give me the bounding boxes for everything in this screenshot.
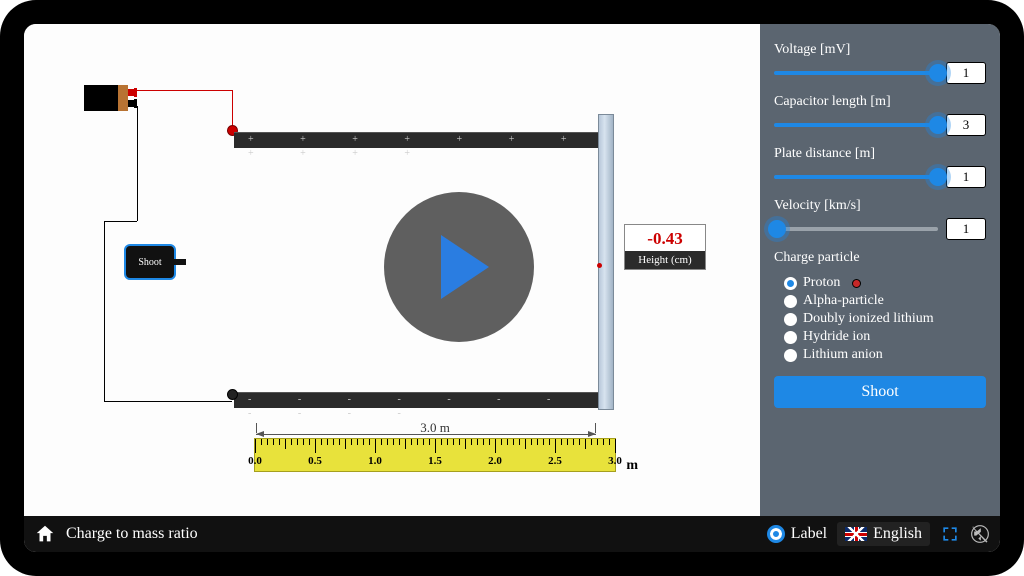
wire-negative xyxy=(104,221,105,401)
height-label: Height (cm) xyxy=(625,251,705,269)
battery-icon xyxy=(84,79,148,124)
radio-icon xyxy=(784,331,797,344)
impact-point-icon xyxy=(597,263,602,268)
play-icon xyxy=(441,235,489,299)
simulation-canvas: + + + + + + + + + + + - - - - - - - - - … xyxy=(24,24,760,516)
shoot-button[interactable]: Shoot xyxy=(774,376,986,408)
ruler-caption: 3.0 m xyxy=(420,420,450,436)
voltage-slider[interactable] xyxy=(774,71,938,75)
velocity-slider[interactable] xyxy=(774,227,938,231)
particle-option-label: Proton xyxy=(803,275,840,291)
ruler[interactable]: 3.0 m 0.00.51.01.52.02.53.0 m xyxy=(254,422,616,472)
particle-option[interactable]: Hydride ion xyxy=(774,328,986,346)
radio-icon xyxy=(784,277,797,290)
height-readout: -0.43 Height (cm) xyxy=(624,224,706,270)
wire-negative xyxy=(104,401,232,402)
bottom-bar: Charge to mass ratio Label English xyxy=(24,516,1000,552)
voltage-value[interactable]: 1 xyxy=(946,62,986,84)
control-panel: Voltage [mV] 1 Capacitor length [m] 3 Pl… xyxy=(760,24,1000,516)
detector-screen xyxy=(598,114,614,410)
capacitor-top-plate: + + + + + + + + + + + xyxy=(234,132,604,148)
app-screen: + + + + + + + + + + + - - - - - - - - - … xyxy=(24,24,1000,552)
particle-option-label: Hydride ion xyxy=(803,329,870,345)
ruler-tick-label: 2.5 xyxy=(548,455,562,467)
terminal-negative-icon xyxy=(227,389,238,400)
particle-gun-label: Shoot xyxy=(138,257,161,268)
capacitor-length-value[interactable]: 3 xyxy=(946,114,986,136)
radio-on-icon xyxy=(767,525,785,543)
ruler-tick-label: 1.0 xyxy=(368,455,382,467)
plate-distance-label: Plate distance [m] xyxy=(774,146,986,162)
fullscreen-icon[interactable] xyxy=(940,524,960,544)
ruler-tick-label: 2.0 xyxy=(488,455,502,467)
radio-icon xyxy=(784,349,797,362)
sound-off-icon[interactable] xyxy=(970,524,990,544)
velocity-label: Velocity [km/s] xyxy=(774,198,986,214)
height-value: -0.43 xyxy=(625,225,705,251)
ruler-tick-label: 0.0 xyxy=(248,455,262,467)
plate-distance-value[interactable]: 1 xyxy=(946,166,986,188)
particle-option[interactable]: Alpha-particle xyxy=(774,292,986,310)
play-button[interactable] xyxy=(384,192,534,342)
app-title: Charge to mass ratio xyxy=(66,525,198,543)
label-toggle[interactable]: Label xyxy=(767,525,827,543)
proton-dot-icon xyxy=(852,279,861,288)
velocity-value[interactable]: 1 xyxy=(946,218,986,240)
particle-radio-group: Proton Alpha-particle Doubly ionized lithi… xyxy=(774,274,986,364)
particle-gun[interactable]: Shoot xyxy=(124,244,176,280)
capacitor-bottom-plate: - - - - - - - - - - - xyxy=(234,392,604,408)
uk-flag-icon xyxy=(845,527,867,541)
ruler-unit: m xyxy=(626,458,638,474)
ruler-body: 0.00.51.01.52.02.53.0 xyxy=(254,438,616,472)
label-toggle-text: Label xyxy=(791,525,827,543)
ruler-tick-label: 3.0 xyxy=(608,455,622,467)
particle-option-label: Lithium anion xyxy=(803,347,883,363)
language-selector[interactable]: English xyxy=(837,522,930,546)
particle-option[interactable]: Doubly ionized lithium xyxy=(774,310,986,328)
particle-option-label: Alpha-particle xyxy=(803,293,884,309)
content-area: + + + + + + + + + + + - - - - - - - - - … xyxy=(24,24,1000,516)
capacitor-length-slider[interactable] xyxy=(774,123,938,127)
particle-option[interactable]: Lithium anion xyxy=(774,346,986,364)
wire-positive xyxy=(136,90,232,91)
radio-icon xyxy=(784,313,797,326)
tablet-frame: + + + + + + + + + + + - - - - - - - - - … xyxy=(0,0,1024,576)
particle-option[interactable]: Proton xyxy=(774,274,986,292)
wire-negative xyxy=(104,221,137,222)
home-icon[interactable] xyxy=(34,523,56,545)
particle-group-label: Charge particle xyxy=(774,250,986,266)
radio-icon xyxy=(784,295,797,308)
plate-distance-slider[interactable] xyxy=(774,175,938,179)
particle-option-label: Doubly ionized lithium xyxy=(803,311,934,327)
ruler-tick-label: 0.5 xyxy=(308,455,322,467)
ruler-tick-label: 1.5 xyxy=(428,455,442,467)
language-name: English xyxy=(873,525,922,543)
capacitor-length-label: Capacitor length [m] xyxy=(774,94,986,110)
wire-negative xyxy=(137,106,138,221)
voltage-label: Voltage [mV] xyxy=(774,42,986,58)
